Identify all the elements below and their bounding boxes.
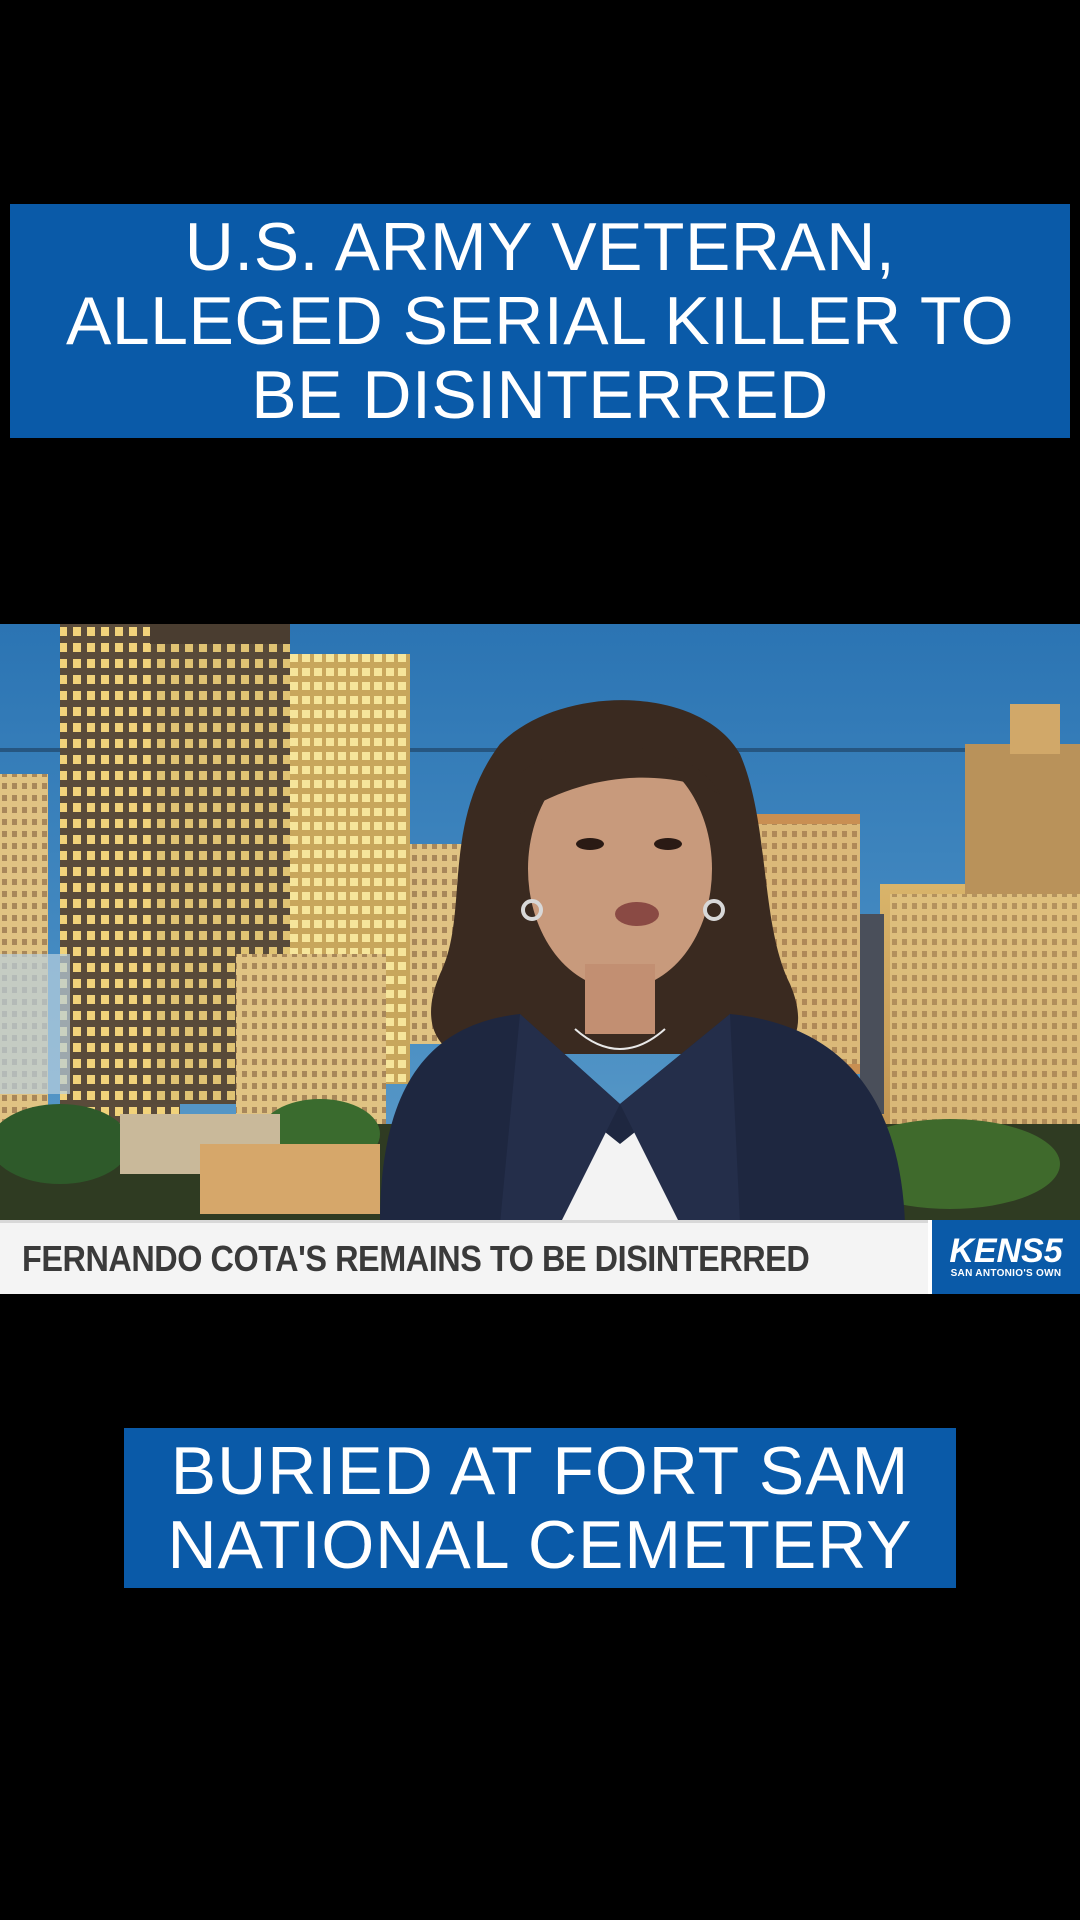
top-caption-line-3: BE DISINTERRED <box>251 357 829 433</box>
newsroom-scene <box>0 624 1080 1294</box>
bottom-caption: BURIED AT FORT SAM NATIONAL CEMETERY <box>124 1428 956 1588</box>
bottom-caption-line-2: NATIONAL CEMETERY <box>167 1507 913 1583</box>
lower-third: FERNANDO COTA'S REMAINS TO BE DISINTERRE… <box>0 1220 1080 1294</box>
top-caption-line-2: ALLEGED SERIAL KILLER TO <box>65 283 1015 359</box>
top-caption: U.S. ARMY VETERAN, ALLEGED SERIAL KILLER… <box>10 204 1070 438</box>
top-caption-line-1: U.S. ARMY VETERAN, <box>184 209 896 285</box>
lower-third-headline-box: FERNANDO COTA'S REMAINS TO BE DISINTERRE… <box>0 1220 928 1294</box>
station-logo-brand: KENS5 <box>949 1232 1063 1270</box>
video-frame[interactable]: FERNANDO COTA'S REMAINS TO BE DISINTERRE… <box>0 624 1080 1294</box>
station-logo-tagline: SAN ANTONIO'S OWN <box>950 1268 1062 1279</box>
lower-third-headline: FERNANDO COTA'S REMAINS TO BE DISINTERRE… <box>22 1237 810 1279</box>
bottom-caption-line-1: BURIED AT FORT SAM <box>170 1433 910 1509</box>
station-logo: KENS5 SAN ANTONIO'S OWN <box>928 1220 1080 1294</box>
